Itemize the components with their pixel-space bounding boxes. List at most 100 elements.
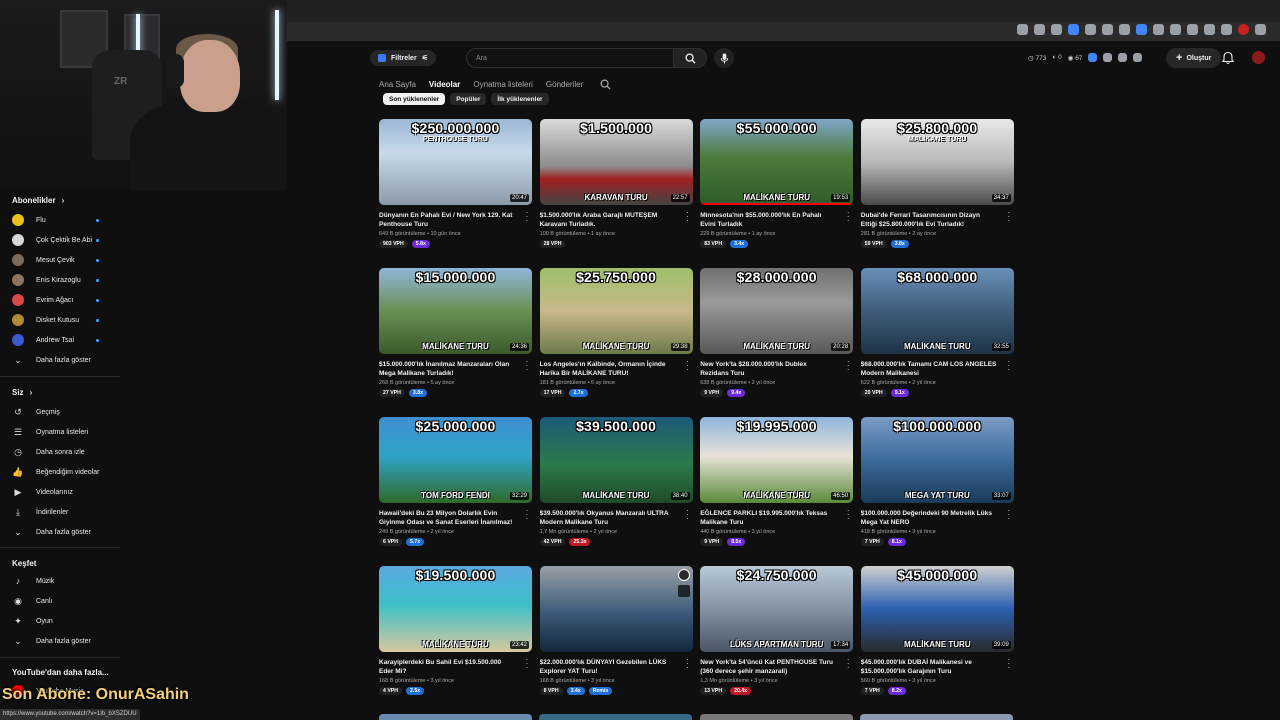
video-title[interactable]: Karayiplerdeki Bu Sahil Evi $19.500.000 … (379, 658, 515, 676)
tab-posts[interactable]: Gönderiler (546, 80, 583, 89)
video-thumbnail[interactable]: $55.000.000 MALİKANE TURU 19:53 (700, 119, 854, 205)
sidebar-item-history[interactable]: ↺ Geçmiş (12, 404, 112, 420)
sidebar-item-live[interactable]: ◉ Canlı (12, 593, 112, 609)
extension-icon[interactable] (1103, 53, 1113, 62)
more-actions-icon[interactable]: · · · (845, 507, 851, 523)
video-card[interactable]: $25.800.000 MALİKANE TURU 34:37 Dubai'de Fe… (860, 119, 1014, 248)
video-title[interactable]: Los Angeles'ın Kalbinde, Ormanın İçinde … (540, 360, 676, 378)
chip-popular[interactable]: Popüler (450, 93, 487, 105)
install-icon[interactable] (1017, 24, 1028, 35)
video-card[interactable]: $22.000.000'lık DÜNYAYI Gezebilen LÜKS E… (539, 566, 693, 695)
video-title[interactable]: $1.500.000'lık Araba Garajlı MUTEŞEM Kar… (540, 211, 676, 229)
more-actions-icon[interactable]: · · · (1006, 656, 1012, 672)
extension-icon[interactable] (1204, 24, 1215, 35)
video-title[interactable]: $45.000.000'lık DUBAİ Malikanesi ve $15.… (861, 658, 997, 676)
sidebar-item-download[interactable]: ⤓ İndirilenler (12, 504, 112, 520)
video-thumbnail[interactable] (700, 714, 853, 720)
sidebar-item-playlists[interactable]: ☰ Oynatma listeleri (12, 424, 112, 440)
extension-icon[interactable] (1118, 53, 1128, 62)
video-title[interactable]: $100.000.000 Değerindeki 90 Metrelik Lük… (861, 509, 997, 527)
voice-search-button[interactable] (714, 48, 734, 68)
video-title[interactable]: $22.000.000'lık DÜNYAYI Gezebilen LÜKS E… (540, 658, 676, 676)
chip-latest[interactable]: Son yüklenenler (383, 93, 446, 105)
video-thumbnail[interactable]: $39.500.000 MALİKANE TURU 38:40 (539, 417, 693, 503)
video-title[interactable]: $68.000.000'lık Tamamı CAM LOS ANGELES M… (861, 360, 997, 378)
video-title[interactable]: Dubai'de Ferrari Tasarımcısının Dizayn E… (861, 211, 997, 229)
create-button[interactable]: + Oluştur (1166, 48, 1222, 68)
video-title[interactable]: Hawaii'deki Bu 23 Milyon Dolarlık Evin G… (379, 509, 515, 527)
video-title[interactable]: EĞLENCE PARKLI $19.995.000'lık Teksas Ma… (700, 509, 836, 527)
sidebar-item-your-videos[interactable]: ▶ Videolarınız (12, 484, 112, 500)
video-card[interactable]: $25.750.000 MALİKANE TURU 29:38 Los Angeles… (539, 268, 693, 397)
more-actions-icon[interactable]: · · · (685, 656, 691, 672)
video-title[interactable]: New York'ta $28.000.000'lık Dublex Rezid… (700, 360, 836, 378)
video-title[interactable]: Dünyanın En Pahalı Evi / New York 129. K… (379, 211, 515, 229)
video-thumbnail[interactable]: $19.995.000 MALİKANE TURU 46:50 (700, 417, 854, 503)
extension-icon[interactable] (1136, 24, 1147, 35)
profile-avatar[interactable] (1238, 24, 1249, 35)
video-thumbnail[interactable] (539, 714, 692, 720)
tab-playlists[interactable]: Oynatma listeleri (473, 80, 533, 89)
notifications-bell-icon[interactable] (1221, 51, 1235, 65)
video-card[interactable]: $19.500.000 MALİKANE TURU 23:42 Karayiplerd… (379, 566, 532, 695)
search-button[interactable] (673, 48, 707, 68)
video-card[interactable]: $45.000.000 MALİKANE TURU 39:09 $45.000.000… (860, 566, 1014, 695)
video-card[interactable]: $100.000.000 MEGA YAT TURU 33:07 $100.000.0… (860, 417, 1014, 546)
video-card[interactable]: $25.000.000 TOM FORD FENDI 32:29 Hawaii'dek… (379, 417, 532, 546)
subscriptions-title[interactable]: Abonelikler › (12, 196, 64, 205)
more-actions-icon[interactable]: · · · (524, 209, 530, 225)
filters-button[interactable]: Filtreler ⚟ (370, 50, 436, 66)
tab-videos[interactable]: Videolar (429, 80, 460, 89)
extension-icon[interactable] (1085, 24, 1096, 35)
video-card[interactable]: $28.000.000 MALİKANE TURU 20:28 New York'ta… (700, 268, 854, 397)
video-thumbnail[interactable]: $250.000.000 PENTHOUSE TURU 20:47 (379, 119, 532, 205)
video-title[interactable]: New York'ta 54'üncü Kat PENTHOUSE Turu (… (700, 658, 836, 676)
extension-icon[interactable] (1170, 24, 1181, 35)
video-thumbnail[interactable]: $28.000.000 MALİKANE TURU 20:28 (700, 268, 854, 354)
more-actions-icon[interactable]: · · · (685, 358, 691, 374)
watch-later-icon[interactable] (677, 569, 690, 581)
explore-show-more[interactable]: ⌄ Daha fazla göster (12, 633, 112, 649)
extension-icon[interactable] (1068, 24, 1079, 35)
sidebar-item-like[interactable]: 👍 Beğendiğim videolar (12, 464, 112, 480)
extension-icon[interactable] (1187, 24, 1198, 35)
video-card[interactable]: $68.000.000 MALİKANE TURU 32:55 $68.000.000… (860, 268, 1014, 397)
sidebar-item-watch-later[interactable]: ◷ Daha sonra izle (12, 444, 112, 460)
extension-icon[interactable] (1102, 24, 1113, 35)
video-card[interactable]: $19.995.000 MALİKANE TURU 46:50 EĞLENCE PAR… (700, 417, 854, 546)
bookmark-star-icon[interactable] (1051, 24, 1062, 35)
more-actions-icon[interactable]: · · · (524, 656, 530, 672)
video-thumbnail[interactable]: $15.000.000 MALİKANE TURU 24:36 (379, 268, 532, 354)
video-card[interactable]: $55.000.000 MALİKANE TURU 19:53 Minnesota'n… (700, 119, 854, 248)
extension-icon[interactable] (1153, 24, 1164, 35)
more-actions-icon[interactable]: · · · (845, 209, 851, 225)
video-thumbnail[interactable]: $100.000.000 MEGA YAT TURU 33:07 (860, 417, 1014, 503)
video-card[interactable]: $24.750.000 LÜKS APARTMAN TURU 17:34 New Yo… (700, 566, 854, 695)
tab-home[interactable]: Ana Sayfa (379, 80, 416, 89)
video-card[interactable]: $250.000.000 PENTHOUSE TURU 20:47 Dünyanın … (379, 119, 532, 248)
video-title[interactable]: Minnesota'nın $55.000.000'lık En Pahalı … (700, 211, 836, 229)
video-card[interactable]: $15.000.000 MALİKANE TURU 24:36 $15.000.000… (379, 268, 532, 397)
you-show-more[interactable]: ⌄ Daha fazla göster (12, 524, 112, 540)
extension-icon[interactable] (1119, 24, 1130, 35)
more-actions-icon[interactable]: · · · (685, 507, 691, 523)
video-thumbnail[interactable]: $25.000.000 TOM FORD FENDI 32:29 (379, 417, 532, 503)
more-actions-icon[interactable]: · · · (524, 507, 530, 523)
video-thumbnail[interactable]: $25.750.000 MALİKANE TURU 29:38 (539, 268, 693, 354)
share-icon[interactable] (1034, 24, 1045, 35)
sidebar-item-music[interactable]: ♪ Müzik (12, 573, 112, 589)
video-thumbnail[interactable] (860, 714, 1013, 720)
subscriptions-show-more[interactable]: ⌄ Daha fazla göster (12, 352, 112, 368)
more-actions-icon[interactable]: · · · (524, 358, 530, 374)
video-thumbnail[interactable]: $25.800.000 MALİKANE TURU 34:37 (860, 119, 1014, 205)
video-thumbnail[interactable]: $24.750.000 LÜKS APARTMAN TURU 17:34 (700, 566, 854, 652)
extension-icon[interactable] (1133, 53, 1143, 62)
more-actions-icon[interactable]: · · · (685, 209, 691, 225)
video-title[interactable]: $15.000.000'lık İnanılmaz Manzaraları Ol… (379, 360, 515, 378)
video-thumbnail[interactable] (539, 566, 693, 652)
more-actions-icon[interactable]: · · · (1006, 358, 1012, 374)
browser-menu-icon[interactable] (1255, 24, 1266, 35)
video-thumbnail[interactable] (379, 714, 532, 720)
chip-oldest[interactable]: İlk yüklenenler (491, 93, 549, 105)
video-thumbnail[interactable]: $45.000.000 MALİKANE TURU 39:09 (860, 566, 1014, 652)
